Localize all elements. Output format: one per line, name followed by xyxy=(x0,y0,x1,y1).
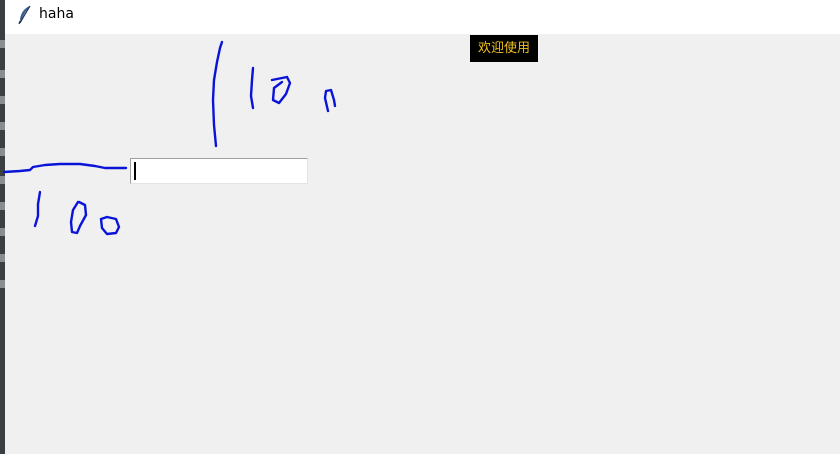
stroke-bottom-1 xyxy=(33,190,42,228)
stroke-horizontal-line xyxy=(2,162,128,174)
stroke-bottom-o xyxy=(99,215,121,236)
stroke-bottom-0 xyxy=(69,200,88,235)
stroke-top-0 xyxy=(270,75,292,105)
stroke-top-1 xyxy=(249,66,255,110)
stroke-top-n xyxy=(323,88,337,113)
stroke-vertical-line xyxy=(211,40,224,148)
freehand-strokes xyxy=(2,40,337,236)
